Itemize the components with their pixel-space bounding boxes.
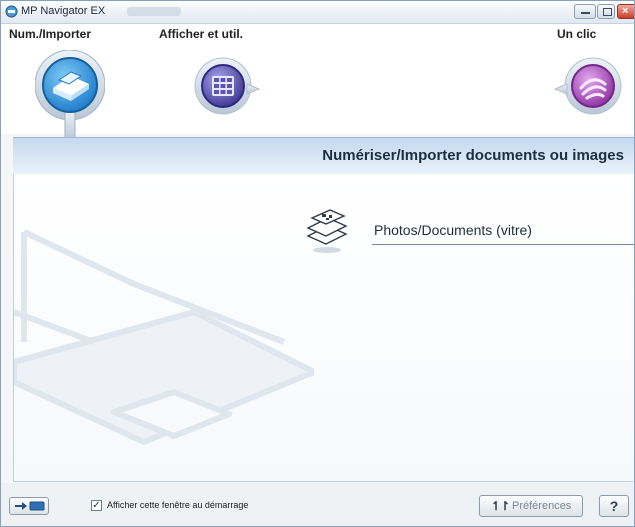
section-header: Numériser/Importer documents ou images	[13, 137, 634, 175]
close-button[interactable]: ×	[617, 4, 634, 19]
main-content: Photos/Documents (vitre)	[13, 174, 634, 482]
tab-one-click-label[interactable]: Un clic	[557, 27, 596, 41]
close-icon: ×	[622, 5, 629, 17]
documents-stack-icon	[306, 209, 348, 253]
top-navigation: Num./Importer Afficher et util. Un clic	[1, 24, 634, 141]
minimize-button[interactable]	[574, 4, 596, 19]
status-bar: ✓ Afficher cette fenêtre au démarrage ↿↾…	[1, 483, 634, 526]
tab-view-use[interactable]	[189, 56, 261, 118]
list-item-underline	[372, 244, 634, 245]
tab-scan-import-label[interactable]: Num./Importer	[9, 27, 91, 41]
show-at-startup-label: Afficher cette fenêtre au démarrage	[107, 500, 249, 510]
maximize-button[interactable]	[597, 4, 615, 19]
preferences-icon: ↿↾	[491, 499, 510, 513]
section-title: Numériser/Importer documents ou images	[322, 147, 624, 164]
title-redacted	[127, 7, 181, 16]
maximize-icon	[603, 8, 612, 16]
list-item-label: Photos/Documents (vitre)	[374, 222, 532, 238]
help-button[interactable]: ?	[599, 495, 629, 517]
preferences-button[interactable]: ↿↾ Préférences	[479, 495, 583, 517]
minimize-icon	[581, 12, 590, 14]
scanner-watermark-illustration	[14, 229, 314, 445]
title-bar: MP Navigator EX ×	[1, 1, 634, 24]
preferences-label: Préférences	[512, 500, 572, 512]
arrow-to-bar-icon	[15, 501, 45, 511]
tab-one-click[interactable]	[553, 56, 625, 118]
list-item-photos-documents-platen[interactable]: Photos/Documents (vitre)	[302, 204, 634, 260]
window-title: MP Navigator EX	[21, 5, 106, 17]
tab-view-use-label[interactable]: Afficher et util.	[159, 27, 243, 41]
app-window: MP Navigator EX × Num./Importer Afficher…	[0, 0, 635, 527]
show-at-startup-checkbox[interactable]: ✓	[91, 500, 102, 511]
minimize-to-mini-button[interactable]	[9, 497, 49, 515]
photo-grid-icon	[212, 76, 234, 96]
app-icon	[5, 5, 18, 18]
